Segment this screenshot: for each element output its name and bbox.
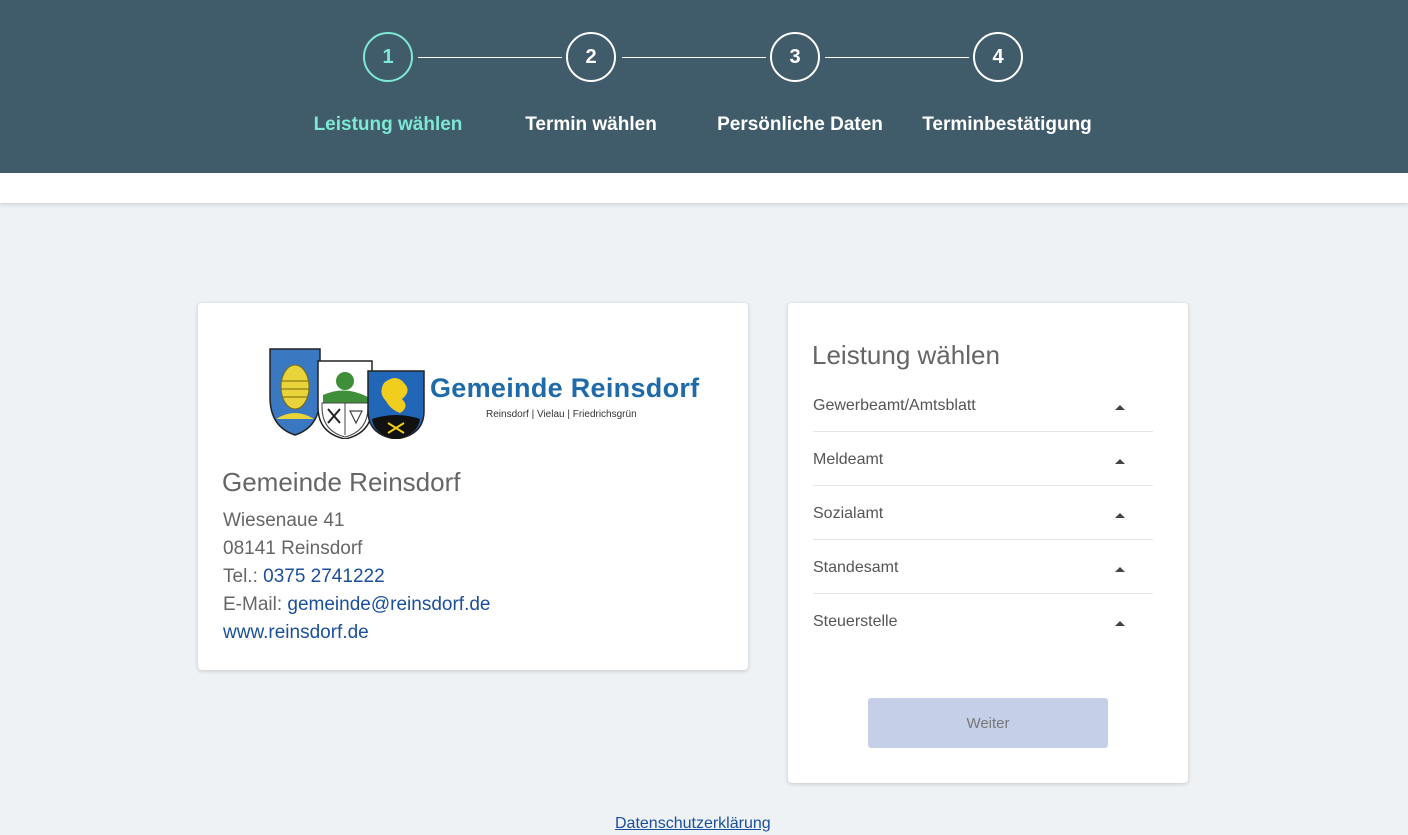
privacy-policy-link[interactable]: Datenschutzerklärung — [615, 815, 771, 833]
service-group-label: Sozialamt — [813, 505, 884, 522]
divider — [813, 539, 1153, 540]
divider — [813, 431, 1153, 432]
website-link[interactable]: www.reinsdorf.de — [223, 622, 369, 643]
caret-up-icon — [1115, 567, 1125, 572]
step-3-circle[interactable]: 3 — [770, 32, 820, 82]
divider — [813, 593, 1153, 594]
municipality-logo: Gemeinde Reinsdorf Reinsdorf | Vielau | … — [268, 347, 700, 440]
caret-up-icon — [1115, 621, 1125, 626]
header-strip — [0, 173, 1408, 203]
address-city: 08141 Reinsdorf — [223, 538, 363, 559]
coat-of-arms-icon — [269, 348, 425, 440]
logo-subtitle: Reinsdorf | Vielau | Friedrichsgrün — [486, 409, 637, 420]
step-4-label[interactable]: Terminbestätigung — [897, 114, 1117, 136]
stepper-header: 1 2 3 4 Leistung wählen Termin wählen Pe… — [0, 0, 1408, 173]
service-group-label: Gewerbeamt/Amtsblatt — [813, 397, 976, 414]
phone-link[interactable]: 0375 2741222 — [263, 566, 385, 587]
service-group-meldeamt[interactable]: Meldeamt — [813, 451, 1153, 505]
service-group-label: Standesamt — [813, 559, 899, 576]
website-line: www.reinsdorf.de — [223, 622, 369, 644]
logo-wordmark: Gemeinde Reinsdorf — [430, 373, 700, 403]
step-2-label[interactable]: Termin wählen — [481, 114, 701, 136]
email-link[interactable]: gemeinde@reinsdorf.de — [287, 594, 490, 615]
email-line: E-Mail: gemeinde@reinsdorf.de — [223, 594, 490, 616]
caret-up-icon — [1115, 405, 1125, 410]
divider — [813, 485, 1153, 486]
caret-up-icon — [1115, 513, 1125, 518]
step-connector — [418, 57, 562, 58]
organization-card: Gemeinde Reinsdorf Reinsdorf | Vielau | … — [198, 303, 748, 670]
service-card-title: Leistung wählen — [812, 340, 1000, 370]
service-group-sozialamt[interactable]: Sozialamt — [813, 505, 1153, 559]
phone-line: Tel.: 0375 2741222 — [223, 566, 385, 588]
service-group-label: Steuerstelle — [813, 613, 898, 630]
step-connector — [622, 57, 766, 58]
address-street: Wiesenaue 41 — [223, 510, 345, 531]
step-connector — [825, 57, 969, 58]
step-3-label[interactable]: Persönliche Daten — [690, 114, 910, 136]
email-label: E-Mail: — [223, 594, 288, 615]
step-1-label[interactable]: Leistung wählen — [278, 114, 498, 136]
organization-name: Gemeinde Reinsdorf — [222, 467, 461, 497]
phone-label: Tel.: — [223, 566, 264, 587]
next-button[interactable]: Weiter — [868, 698, 1108, 748]
service-group-steuerstelle[interactable]: Steuerstelle — [813, 613, 1153, 667]
service-selection-card: Leistung wählen Gewerbeamt/Amtsblatt Mel… — [788, 303, 1188, 783]
caret-up-icon — [1115, 459, 1125, 464]
service-group-gewerbeamt[interactable]: Gewerbeamt/Amtsblatt — [813, 397, 1153, 451]
service-group-label: Meldeamt — [813, 451, 884, 468]
step-4-circle[interactable]: 4 — [973, 32, 1023, 82]
step-1-circle[interactable]: 1 — [363, 32, 413, 82]
step-2-circle[interactable]: 2 — [566, 32, 616, 82]
service-group-standesamt[interactable]: Standesamt — [813, 559, 1153, 613]
